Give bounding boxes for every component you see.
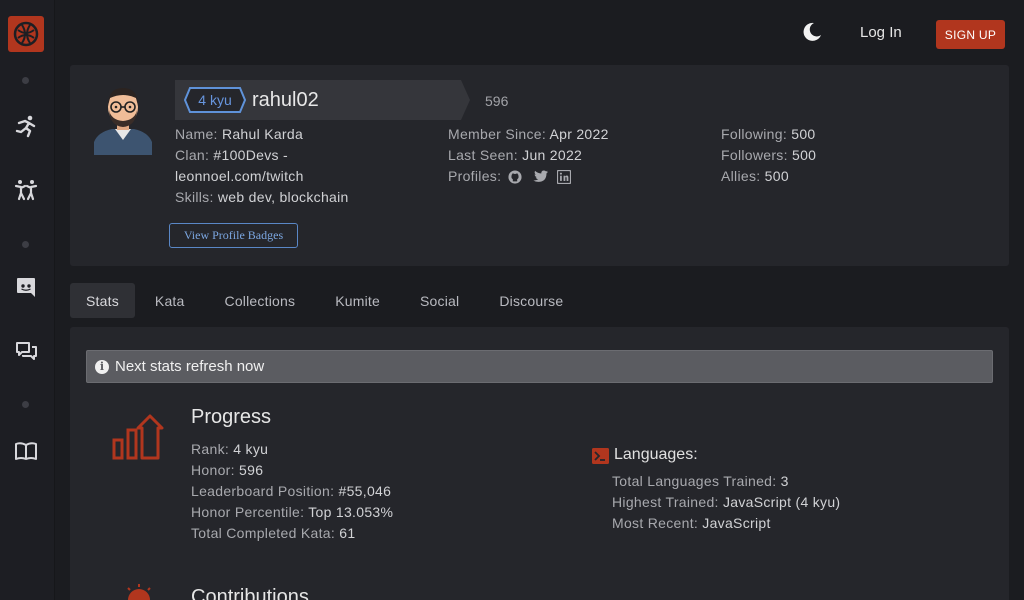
- member-since: Apr 2022: [549, 126, 609, 142]
- profile-info-col3: Following: 500 Followers: 500 Allies: 50…: [721, 126, 817, 184]
- login-link[interactable]: Log In: [860, 24, 902, 41]
- logo-icon: [13, 21, 39, 47]
- tab-discourse[interactable]: Discourse: [479, 283, 583, 318]
- languages-title: Languages:: [614, 446, 698, 463]
- language-stats: Total Languages Trained: 3 Highest Train…: [612, 473, 841, 531]
- profile-tabs: Stats Kata Collections Kumite Social Dis…: [70, 283, 583, 318]
- tab-kata[interactable]: Kata: [135, 283, 205, 318]
- forum-icon[interactable]: [14, 339, 38, 363]
- github-icon[interactable]: [508, 169, 522, 184]
- following-count: 500: [791, 126, 816, 142]
- last-seen: Jun 2022: [522, 147, 583, 163]
- username: rahul02: [252, 89, 319, 111]
- tab-collections[interactable]: Collections: [205, 283, 316, 318]
- moon-icon[interactable]: [800, 20, 824, 44]
- training-icon[interactable]: [14, 114, 38, 138]
- followers-count: 500: [792, 147, 817, 163]
- sidebar-divider-dot: [22, 77, 29, 84]
- docs-icon[interactable]: [14, 439, 38, 463]
- progress-stats: Rank: 4 kyu Honor: 596 Leaderboard Posit…: [191, 441, 394, 541]
- tab-social[interactable]: Social: [400, 283, 479, 318]
- honor-count: 596: [485, 93, 509, 109]
- avatar[interactable]: [94, 80, 152, 155]
- progress-title: Progress: [191, 406, 272, 428]
- linkedin-icon[interactable]: [557, 169, 572, 184]
- profile-info-col1: Name: Rahul Karda Clan: #100Devs - leonn…: [175, 126, 349, 205]
- profile-skills: web dev, blockchain: [217, 189, 349, 205]
- tab-stats[interactable]: Stats: [70, 283, 135, 318]
- terminal-icon: [592, 448, 609, 464]
- contributions-icon: [127, 584, 151, 600]
- tab-kumite[interactable]: Kumite: [315, 283, 400, 318]
- stats-refresh-notice: i Next stats refresh now: [86, 350, 993, 383]
- progress-chart-icon: [112, 414, 164, 460]
- profile-clan: #100Devs -: [213, 147, 288, 163]
- sidebar-divider-dot: [22, 241, 29, 248]
- sidebar: [0, 0, 55, 600]
- signup-button[interactable]: SIGN UP: [936, 20, 1005, 49]
- view-profile-badges-button[interactable]: View Profile Badges: [169, 223, 298, 248]
- twitter-icon[interactable]: [533, 170, 549, 183]
- kumite-icon[interactable]: [14, 178, 38, 202]
- rank-badge[interactable]: 4 kyu: [184, 87, 246, 113]
- profile-name: Rahul Karda: [221, 126, 304, 142]
- contributions-title: Contributions: [191, 586, 309, 600]
- profile-clan-cont: leonnoel.com/twitch: [175, 168, 304, 184]
- info-icon: i: [95, 359, 109, 374]
- allies-count: 500: [764, 168, 789, 184]
- profile-info-col2: Member Since: Apr 2022 Last Seen: Jun 20…: [448, 126, 609, 184]
- discord-icon[interactable]: [14, 275, 38, 299]
- codewars-logo[interactable]: [8, 16, 44, 52]
- sidebar-divider-dot: [22, 401, 29, 408]
